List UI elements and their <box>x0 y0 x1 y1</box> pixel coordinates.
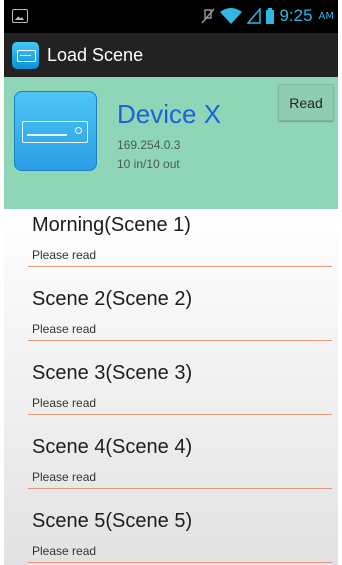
page-title: Load Scene <box>47 44 144 65</box>
scene-title: Morning(Scene 1) <box>32 214 191 236</box>
scene-title: Scene 4(Scene 4) <box>32 436 193 458</box>
device-name: Device X <box>117 99 222 129</box>
scene-status: Please read <box>32 544 97 558</box>
app-logo-icon[interactable] <box>12 41 39 69</box>
wifi-icon <box>220 8 243 24</box>
divider <box>28 562 332 563</box>
device-box-icon <box>22 121 88 143</box>
scene-status: Please read <box>32 248 97 262</box>
scene-title: Scene 3(Scene 3) <box>32 362 193 384</box>
list-item[interactable]: Scene 5(Scene 5) Please read <box>4 505 338 565</box>
divider <box>28 488 332 489</box>
scene-status: Please read <box>32 470 97 484</box>
battery-icon <box>266 8 275 24</box>
device-ip: 169.254.0.3 <box>117 138 181 152</box>
divider <box>28 266 332 267</box>
signal-icon <box>247 8 262 24</box>
list-item[interactable]: Scene 3(Scene 3) Please read <box>4 357 338 431</box>
list-item[interactable]: Scene 4(Scene 4) Please read <box>4 431 338 505</box>
scene-list: Morning(Scene 1) Please read Scene 2(Sce… <box>4 209 338 565</box>
action-bar: Load Scene <box>4 33 338 77</box>
notification-image-icon <box>12 9 28 23</box>
scene-status: Please read <box>32 396 97 410</box>
scene-title: Scene 2(Scene 2) <box>32 288 193 310</box>
mute-icon <box>201 8 215 24</box>
status-icons: 9:25 AM <box>201 6 334 26</box>
read-button[interactable]: Read <box>278 84 334 121</box>
clock-time: 9:25 <box>279 6 313 25</box>
clock-ampm: AM <box>318 10 334 22</box>
status-bar: 9:25 AM <box>4 0 338 33</box>
phone-screen: 9:25 AM Load Scene Device X 169.254.0.3 … <box>4 0 338 565</box>
list-item[interactable]: Scene 2(Scene 2) Please read <box>4 283 338 357</box>
device-header: Device X 169.254.0.3 10 in/10 out Read <box>4 77 338 209</box>
scene-status: Please read <box>32 322 97 336</box>
scene-title: Scene 5(Scene 5) <box>32 510 193 532</box>
device-icon <box>14 91 97 171</box>
divider <box>28 340 332 341</box>
divider <box>28 414 332 415</box>
device-io: 10 in/10 out <box>117 157 180 171</box>
list-item[interactable]: Morning(Scene 1) Please read <box>4 209 338 283</box>
